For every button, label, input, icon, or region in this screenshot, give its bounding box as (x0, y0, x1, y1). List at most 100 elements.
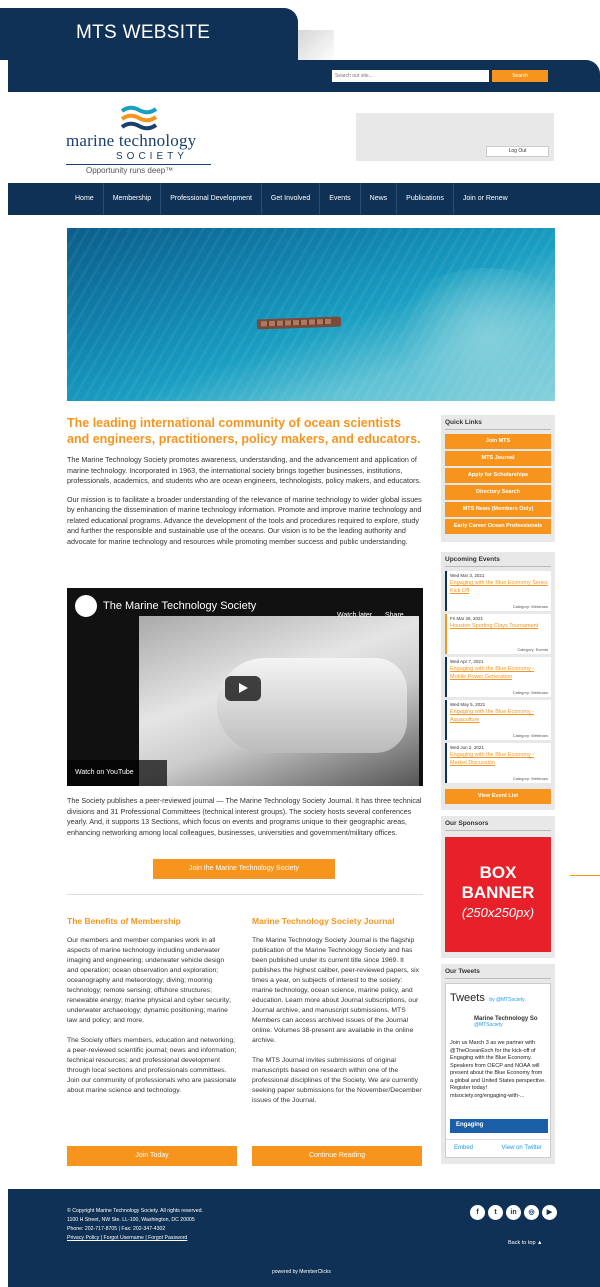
nav-membership[interactable]: Membership (104, 183, 162, 215)
quick-link-journal[interactable]: MTS Journal (445, 451, 551, 466)
login-box: Log Out (356, 113, 554, 161)
event-link[interactable]: Engaging with the Blue Economy Series Ki… (450, 579, 548, 595)
benefits-p2: The Society offers members, education an… (67, 1037, 237, 1094)
hero-image (67, 228, 555, 401)
event-date: Wed Jun 2, 2021 (450, 745, 484, 750)
event-category: Category: Webinars (512, 604, 548, 609)
video-player[interactable]: The Marine Technology Society Watch late… (67, 588, 423, 786)
embed-link[interactable]: Embed (454, 1145, 473, 1152)
back-to-top-link[interactable]: Back to top ▲ (508, 1240, 543, 1246)
event-date: Wed Apr 7, 2021 (450, 659, 484, 664)
footer-phone: Phone: 202-717-8705 | Fax: 202-347-4302 (67, 1226, 166, 1232)
quick-link-directory[interactable]: Directory Search (445, 485, 551, 500)
event-item[interactable]: Wed Mar 3, 2021 Engaging with the Blue E… (445, 571, 551, 611)
nav-get-involved[interactable]: Get Involved (262, 183, 321, 215)
event-date: Wed May 5, 2021 (450, 702, 486, 707)
benefits-column: The Benefits of Membership Our members a… (67, 916, 237, 1096)
events-title: Upcoming Events (445, 556, 551, 567)
logo-line2: SOCIETY (116, 151, 188, 162)
event-link[interactable]: Houston Sporting Clays Tournament (450, 622, 548, 630)
quick-link-scholarships[interactable]: Apply for Scholarships (445, 468, 551, 483)
tab-title: MTS WEBSITE (76, 22, 211, 43)
footer-address: 1100 H Street, NW Ste. LL-100, Washingto… (67, 1217, 195, 1223)
sponsors-panel: Our Sponsors BOX BANNER (250x250px) (441, 816, 555, 958)
tweet-card[interactable]: Engaging (450, 1119, 548, 1133)
powered-by[interactable]: powered by MemberClicks (272, 1269, 331, 1275)
intro-paragraph: The Marine Technology Society promotes a… (67, 455, 421, 485)
video-title[interactable]: The Marine Technology Society (103, 600, 256, 612)
nav-publications[interactable]: Publications (397, 183, 454, 215)
youtube-icon[interactable]: ▶ (542, 1205, 557, 1220)
tweet-handle[interactable]: @MTSociety (450, 1022, 546, 1028)
share-button[interactable]: Share (385, 612, 404, 619)
event-item[interactable]: Wed Apr 7, 2021 Engaging with the Blue E… (445, 657, 551, 697)
search-input[interactable] (332, 70, 489, 82)
play-icon[interactable] (225, 676, 261, 701)
event-link[interactable]: Engaging with the Blue Economy - Mobile … (450, 665, 548, 681)
event-category: Category: Webinars (512, 776, 548, 781)
society-info: The Society publishes a peer-reviewed jo… (67, 796, 423, 838)
widget-by[interactable]: by @MTSociety (489, 997, 524, 1003)
view-event-list-button[interactable]: View Event List (445, 789, 551, 804)
banner-line1: BOX (479, 863, 517, 882)
benefits-title: The Benefits of Membership (67, 916, 181, 926)
quick-link-early-career[interactable]: Early Career Ocean Professionals (445, 519, 551, 534)
linkedin-icon[interactable]: in (506, 1205, 521, 1220)
footer-copyright: © Copyright Marine Technology Society. A… (67, 1208, 203, 1214)
tweets-panel: Our Tweets Tweets by @MTSociety Marine T… (441, 964, 555, 1164)
site-logo[interactable]: marine technology SOCIETY Opportunity ru… (64, 105, 224, 175)
nav-news[interactable]: News (361, 183, 398, 215)
main-nav: Home Membership Professional Development… (8, 183, 600, 215)
nav-professional-development[interactable]: Professional Development (161, 183, 262, 215)
tab-shadow (298, 30, 334, 64)
event-item[interactable]: Wed Jun 2, 2021 Engaging with the Blue E… (445, 743, 551, 783)
nav-home[interactable]: Home (66, 183, 104, 215)
banner-line2: BANNER (461, 883, 535, 902)
join-today-button[interactable]: Join Today (67, 1146, 237, 1166)
quick-link-news[interactable]: MTS News (Members Only) (445, 502, 551, 517)
event-item[interactable]: Fri Mar 26, 2021 Houston Sporting Clays … (445, 614, 551, 654)
event-item[interactable]: Wed May 5, 2021 Engaging with the Blue E… (445, 700, 551, 740)
logo-line1: marine technology (66, 131, 197, 150)
benefits-p1: Our members and member companies work in… (67, 937, 231, 1024)
nav-join-renew[interactable]: Join or Renew (454, 183, 517, 215)
watch-later-button[interactable]: Watch later (337, 612, 372, 619)
sponsors-title: Our Sponsors (445, 820, 551, 831)
quick-links-title: Quick Links (445, 419, 551, 430)
nav-events[interactable]: Events (320, 183, 361, 215)
society-paragraph: The Society publishes a peer-reviewed jo… (67, 796, 422, 837)
channel-logo-icon (75, 595, 97, 617)
quick-links-panel: Quick Links Join MTS MTS Journal Apply f… (441, 415, 555, 542)
search-button[interactable]: Search (492, 70, 548, 82)
widget-title: Tweets (450, 992, 485, 1004)
footer-links[interactable]: Privacy Policy | Forgot Username | Forgo… (67, 1234, 203, 1243)
logout-button[interactable]: Log Out (486, 146, 549, 157)
tweets-title: Our Tweets (445, 968, 551, 979)
event-link[interactable]: Engaging with the Blue Economy - Market … (450, 751, 548, 767)
event-category: Category: Webinars (512, 733, 548, 738)
watch-on-youtube[interactable]: Watch on YouTube (67, 760, 167, 786)
journal-p2: The MTS Journal invites submissions of o… (252, 1057, 422, 1104)
top-bar: Search (8, 60, 600, 92)
view-on-twitter-link[interactable]: View on Twitter (502, 1145, 542, 1152)
main-content: The leading international community of o… (67, 415, 423, 547)
instagram-icon[interactable]: ◎ (524, 1205, 539, 1220)
twitter-icon[interactable]: t (488, 1205, 503, 1220)
quick-link-join[interactable]: Join MTS (445, 434, 551, 449)
continue-reading-button[interactable]: Continue Reading (252, 1146, 422, 1166)
tweet-text: Join us March 3 as we partner with @TheO… (450, 1040, 546, 1099)
sponsor-banner[interactable]: BOX BANNER (250x250px) (445, 837, 551, 952)
annotation-line (570, 875, 600, 876)
app-tab: MTS WEBSITE (0, 8, 298, 60)
join-society-button[interactable]: Join the Marine Technology Society (153, 859, 335, 879)
sidebar: Quick Links Join MTS MTS Journal Apply f… (441, 415, 555, 1164)
event-link[interactable]: Engaging with the Blue Economy - Aquacul… (450, 708, 548, 724)
mission-paragraph: Our mission is to facilitate a broader u… (67, 494, 422, 546)
social-icons: f t in ◎ ▶ (470, 1205, 557, 1220)
wave-logo-icon (120, 105, 158, 131)
facebook-icon[interactable]: f (470, 1205, 485, 1220)
video-submersible (217, 658, 407, 753)
logo-tagline: Opportunity runs deep™ (86, 166, 174, 175)
journal-p1: The Marine Technology Society Journal is… (252, 937, 419, 1044)
site-footer: © Copyright Marine Technology Society. A… (8, 1189, 600, 1287)
